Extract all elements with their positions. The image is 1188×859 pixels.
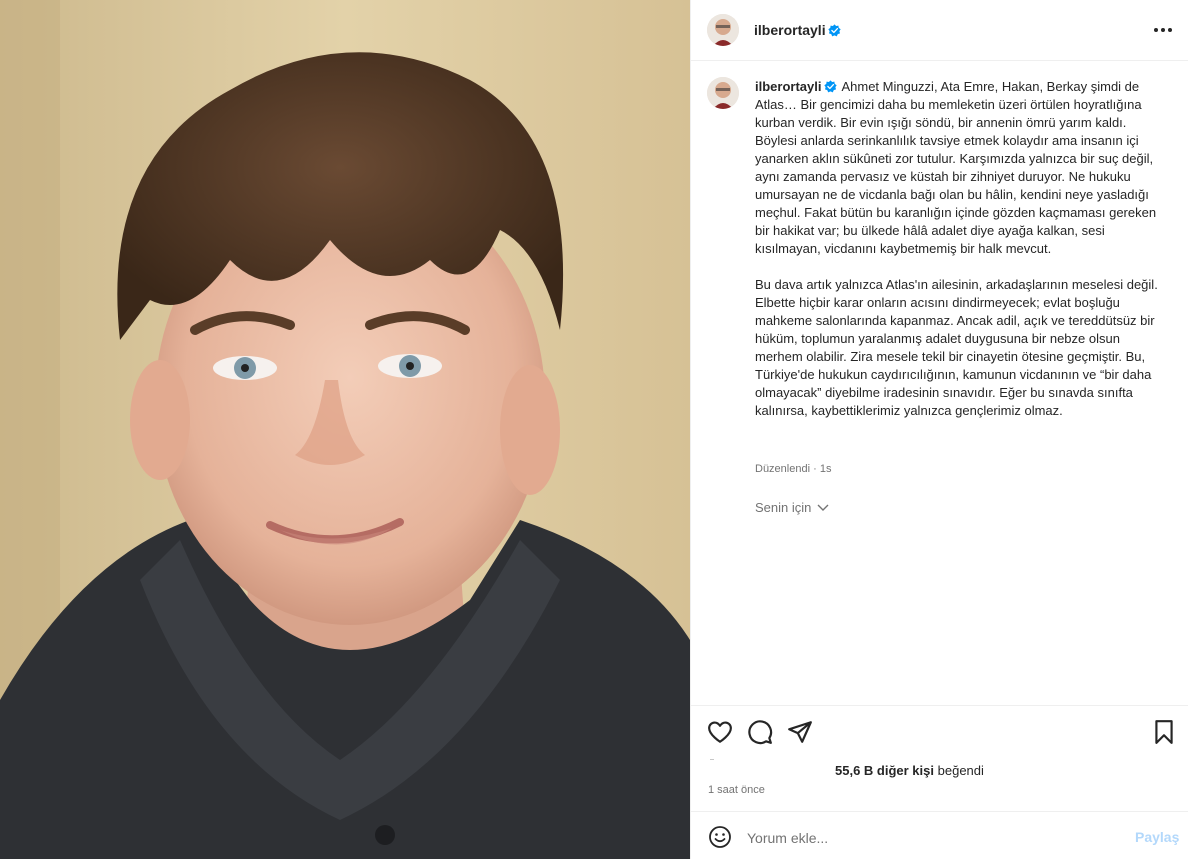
post-caption: ilberortayli Ahmet Minguzzi, Ata Emre, Ha…	[755, 78, 1163, 438]
share-icon[interactable]	[787, 719, 813, 745]
verified-badge-icon	[828, 24, 841, 37]
likes-count[interactable]: 55,6 B diğer kişi	[835, 763, 934, 778]
caption-paragraph-2: Bu dava artık yalnızca Atlas'ın ailesini…	[755, 277, 1158, 418]
edited-meta: Düzenlendi · 1s	[755, 463, 831, 475]
comment-divider	[691, 811, 1188, 812]
edited-label: Düzenlendi	[755, 463, 811, 475]
emoji-icon[interactable]	[708, 825, 732, 849]
more-options-icon[interactable]	[1151, 20, 1175, 40]
caption-text-1: Ahmet Minguzzi, Ata Emre, Hakan, Berkay …	[755, 79, 1157, 256]
portrait-photo	[0, 0, 690, 859]
likes-summary[interactable]: 55,6 B diğer kişi beğendi	[835, 763, 984, 778]
caption-username[interactable]: ilberortayli	[755, 79, 821, 94]
for-you-label: Senin için	[755, 500, 812, 515]
edited-time[interactable]: 1s	[820, 463, 832, 475]
edited-separator: ·	[813, 463, 817, 475]
header-username[interactable]: ilberortayli	[754, 22, 826, 38]
heart-icon[interactable]	[707, 719, 733, 745]
avatar[interactable]	[707, 14, 739, 46]
actions-divider	[691, 705, 1188, 706]
comment-icon[interactable]	[747, 719, 773, 745]
liker-avatar-placeholder	[710, 759, 714, 760]
post-header: ilberortayli	[691, 0, 1188, 61]
chevron-down-icon	[817, 504, 829, 511]
avatar-image	[707, 14, 739, 46]
post-details-panel: ilberortayli ilberortayli Ahmet Minguzzi,…	[690, 0, 1188, 859]
verified-badge-icon	[824, 80, 838, 93]
post-image[interactable]	[0, 0, 690, 859]
post-time[interactable]: 1 saat önce	[708, 784, 765, 796]
comment-input[interactable]	[747, 827, 1117, 849]
bookmark-icon[interactable]	[1151, 719, 1177, 745]
likes-suffix: beğendi	[937, 763, 984, 778]
caption-avatar[interactable]	[707, 77, 739, 109]
post-comment-button[interactable]: Paylaş	[1135, 829, 1179, 845]
for-you-toggle[interactable]: Senin için	[755, 500, 829, 515]
caption-paragraph-1: ilberortayli Ahmet Minguzzi, Ata Emre, Ha…	[755, 78, 1163, 258]
avatar-image	[707, 77, 739, 109]
